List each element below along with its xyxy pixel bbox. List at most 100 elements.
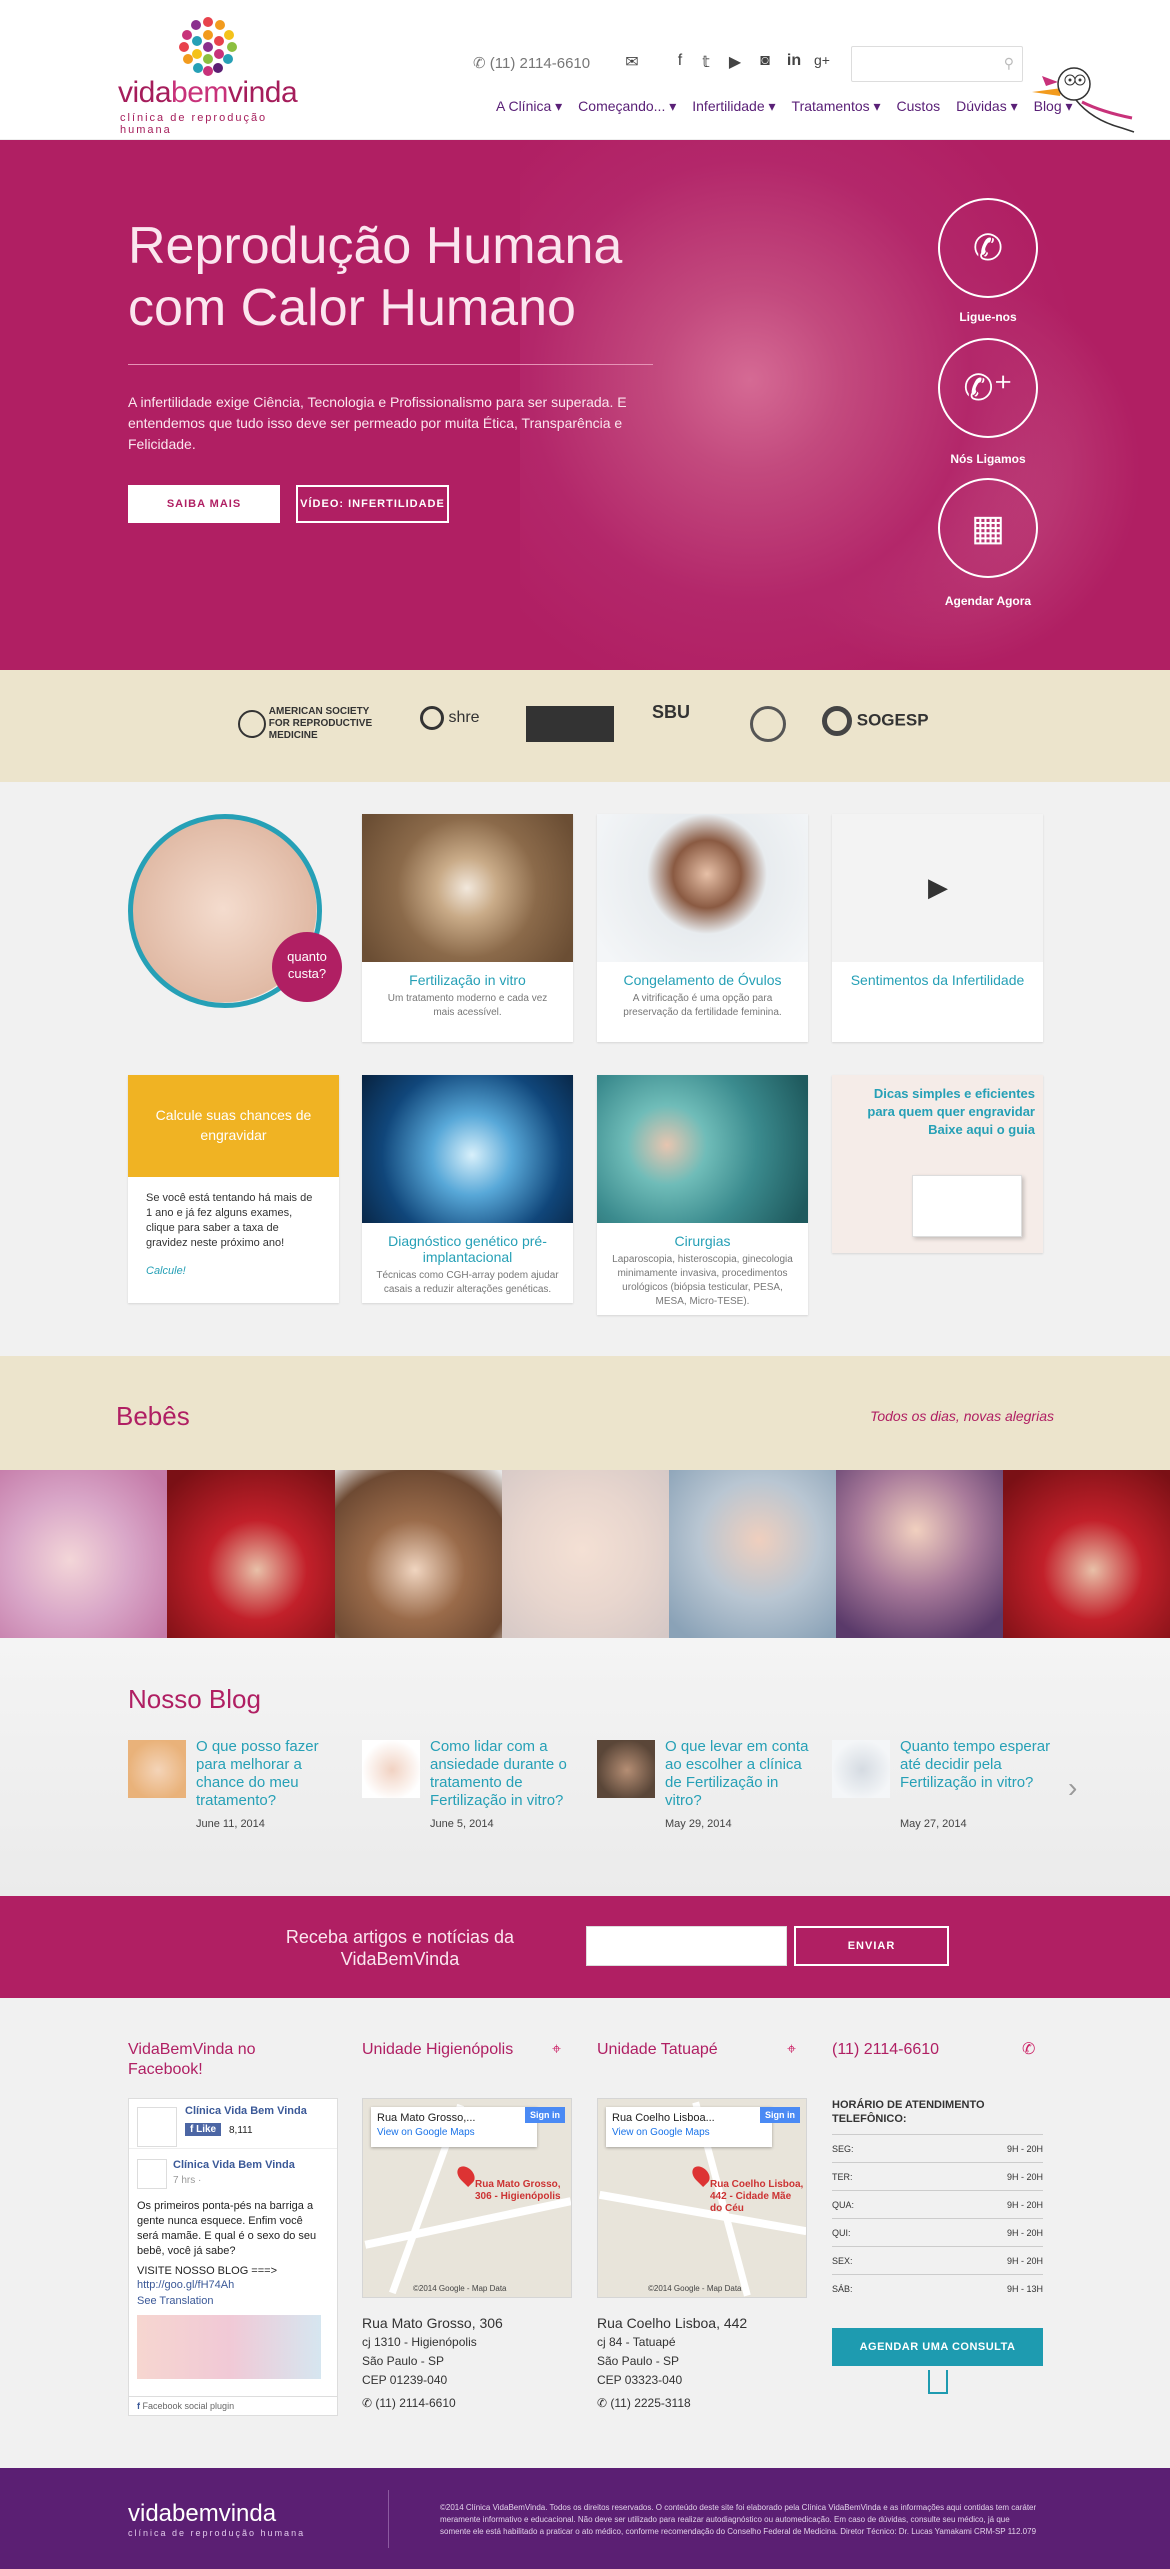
unit-higienopolis-heading: Unidade Higienópolis ⌖ [362,2041,562,2058]
nav-item-tratamentos[interactable]: Tratamentos ▾ [792,98,881,115]
card-fertilizacao[interactable]: Fertilização in vitro Um tratamento mode… [362,814,573,1042]
post-title[interactable]: O que posso fazer para melhorar a chance… [196,1738,348,1810]
newsletter-submit-button[interactable]: ENVIAR [794,1926,949,1966]
facebook-icon: f [137,2401,140,2411]
baby-photo[interactable] [1003,1470,1170,1638]
sogesp-logo[interactable]: SOGESP [822,706,942,746]
fb-post-link[interactable]: http://goo.gl/fH74Ah [137,2279,234,2291]
youtube-icon[interactable]: ▶ [725,52,745,72]
book-appointment-button[interactable]: AGENDAR UMA CONSULTA [832,2328,1043,2366]
post-date: June 5, 2014 [430,1818,494,1830]
post-title[interactable]: Quanto tempo esperar até decidir pela Fe… [900,1738,1052,1792]
logo[interactable]: vidabemvinda clínica de reprodução human… [118,14,308,136]
fb-page-avatar [137,2107,177,2147]
contact-section: VidaBemVinda no Facebook! Clínica Vida B… [0,1998,1170,2468]
main-nav: A Clínica ▾ Começando... ▾ Infertilidade ▾… [496,98,1089,118]
baby-photo[interactable] [502,1470,669,1638]
map-popup[interactable]: Rua Mato Grosso,... View on Google Maps [371,2107,537,2147]
play-icon: ▶ [928,872,948,902]
nav-item-clinica[interactable]: A Clínica ▾ [496,98,562,115]
instagram-icon[interactable]: ◙ [755,52,775,72]
embryo-image [362,814,573,962]
facebook-heading: VidaBemVinda no Facebook! [128,2041,256,2078]
mail-icon[interactable]: ✉ [620,52,644,72]
eshre-logo[interactable]: shre [420,706,490,746]
video-illustration-image: ▶ [832,814,1043,962]
nav-item-duvidas[interactable]: Dúvidas ▾ [956,98,1018,115]
nav-item-comecando[interactable]: Começando... ▾ [578,98,676,115]
newsletter-email-input[interactable] [586,1926,787,1966]
seal-logo[interactable] [750,706,786,742]
map-signin-button[interactable]: Sign in [525,2107,565,2123]
unit-phone[interactable]: ✆ (11) 2225-3118 [597,2394,797,2413]
nav-item-custos[interactable]: Custos [897,98,941,114]
sogesp-ring-icon [822,706,852,736]
fb-translate-link[interactable]: See Translation [137,2295,213,2307]
schedule-button[interactable]: ▦ [938,478,1038,578]
video-infertilidade-button[interactable]: VÍDEO: INFERTILIDADE [296,485,449,523]
map-signin-button[interactable]: Sign in [760,2107,800,2123]
guide-download-card[interactable]: Dicas simples e eficientes para quem que… [832,1075,1043,1253]
facebook-icon[interactable]: f [670,52,690,72]
card-sentimentos[interactable]: ▶ Sentimentos da Infertilidade [832,814,1043,1042]
linkedin-icon[interactable]: in [784,52,804,72]
card-congelamento[interactable]: Congelamento de Óvulos A vitrificação é … [597,814,808,1042]
baby-photo[interactable] [669,1470,836,1638]
asrm-seal-icon [238,710,266,738]
quanto-custa-badge[interactable]: quanto custa? [272,932,342,1002]
card-desc: Laparoscopia, histeroscopia, ginecologia… [612,1254,793,1307]
fb-page-name[interactable]: Clínica Vida Bem Vinda [185,2105,307,2117]
newsletter-text: Receba artigos e notícias da VidaBemVind… [285,1927,515,1969]
fb-page-header: Clínica Vida Bem Vinda f Like 8,111 [129,2099,337,2149]
card-cirurgias[interactable]: Cirurgias Laparoscopia, histeroscopia, g… [597,1075,808,1315]
twitter-icon[interactable]: 𝕥 [696,52,716,72]
associations-band: AMERICAN SOCIETY FOR REPRODUCTIVE MEDICI… [0,670,1170,782]
calc-text: Se você está tentando há mais de 1 ano e… [146,1192,313,1249]
map-tatuape[interactable]: Rua Coelho Lisboa... View on Google Maps … [597,2098,807,2298]
chance-calculator-card[interactable]: Calcule suas chances de engravidar Se vo… [128,1075,339,1303]
search-input[interactable]: ⚲ [851,46,1023,82]
hours-row: SEG: 9H - 20H [832,2134,1043,2162]
site-header: vidabemvinda clínica de reprodução human… [0,0,1170,140]
address-higienopolis: Rua Mato Grosso, 306 cj 1310 - Higienópo… [362,2314,562,2413]
baby-photo[interactable] [0,1470,167,1638]
footer-logo[interactable]: vidabemvinda clínica de reprodução humana [128,2500,305,2538]
services-section: quanto custa? Fertilização in vitro Um t… [0,782,1170,1356]
nav-item-infertilidade[interactable]: Infertilidade ▾ [692,98,775,115]
college-logo[interactable] [526,706,614,742]
baby-photo[interactable] [836,1470,1003,1638]
callback-button[interactable]: ✆⁺ [938,338,1038,438]
hero-banner: Reprodução Humana com Calor Humano A inf… [0,140,1170,670]
fb-post-author[interactable]: Clínica Vida Bem Vinda [173,2159,295,2171]
hero-text: A infertilidade exige Ciência, Tecnologi… [128,394,627,452]
map-pin-icon: ⌖ [552,2041,562,2058]
header-phone[interactable]: ✆ (11) 2114-6610 [473,54,590,72]
chevron-right-icon[interactable]: › [1068,1772,1077,1804]
card-diagnostico[interactable]: Diagnóstico genético pré-implantacional … [362,1075,573,1303]
map-marker-label: Rua Coelho Lisboa, 442 - Cidade Mãe do C… [710,2179,804,2214]
card-title: Diagnóstico genético pré-implantacional [388,1233,547,1265]
map-higienopolis[interactable]: Rua Mato Grosso,... View on Google Maps S… [362,2098,572,2298]
map-popup[interactable]: Rua Coelho Lisboa... View on Google Maps [606,2107,772,2147]
card-desc: Técnicas como CGH-array podem ajudar cas… [376,1270,559,1295]
baby-photo[interactable] [335,1470,502,1638]
fb-like-count: 8,111 [229,2125,253,2136]
sbu-logo[interactable]: SBU [652,703,712,746]
post-thumbnail [832,1740,890,1798]
schedule-label: Agendar Agora [944,594,1032,608]
unit-phone[interactable]: ✆ (11) 2114-6610 [362,2394,562,2413]
fb-like-button[interactable]: f Like [185,2123,222,2136]
calc-link[interactable]: Calcule! [128,1265,339,1277]
call-us-button[interactable]: ✆ [938,198,1038,298]
hero-title: Reprodução Humana com Calor Humano [128,217,623,337]
hero-divider [128,364,653,365]
asrm-logo[interactable]: AMERICAN SOCIETY FOR REPRODUCTIVE MEDICI… [238,706,388,746]
post-title[interactable]: Como lidar com a ansiedade durante o tra… [430,1738,582,1810]
post-title[interactable]: O que levar em conta ao escolher a clíni… [665,1738,817,1810]
saiba-mais-button[interactable]: SAIBA MAIS [128,485,280,523]
facebook-widget[interactable]: Clínica Vida Bem Vinda f Like 8,111 Clín… [128,2098,338,2416]
baby-photo[interactable] [167,1470,335,1638]
googleplus-icon[interactable]: g+ [812,52,832,72]
phone-plus-icon: ✆⁺ [963,367,1013,408]
map-copyright: ©2014 Google - Map Data [648,2284,742,2293]
